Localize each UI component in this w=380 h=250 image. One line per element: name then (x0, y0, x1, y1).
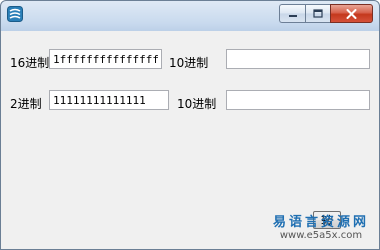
maximize-button[interactable] (305, 4, 330, 23)
watermark-url: www.e5a5x.com (279, 230, 363, 241)
dec-label-2: 10进制 (177, 97, 217, 111)
app-icon (7, 6, 23, 22)
hex-input[interactable] (49, 49, 162, 69)
minimize-button[interactable] (279, 4, 305, 23)
dec-output-2[interactable] (226, 90, 370, 110)
bin-label: 2进制 (10, 97, 42, 111)
watermark-brand: 易语言资源网 (272, 215, 369, 230)
caption-buttons (279, 4, 373, 23)
minimize-icon (288, 14, 297, 17)
watermark: 易语言资源网 www.e5a5x.com (273, 211, 369, 241)
client-area: 16进制 10进制 2进制 10进制 转 易语言资源网 www.e5a5x.co… (5, 31, 375, 247)
app-window: 16进制 10进制 2进制 10进制 转 易语言资源网 www.e5a5x.co… (0, 0, 380, 250)
bin-input[interactable] (49, 90, 169, 110)
dec-label-1: 10进制 (169, 56, 209, 70)
close-button[interactable] (330, 4, 373, 23)
dec-output-1[interactable] (226, 49, 370, 69)
title-bar[interactable] (1, 1, 379, 31)
maximize-icon (313, 9, 323, 18)
hex-label: 16进制 (10, 56, 50, 70)
close-icon (346, 8, 357, 19)
